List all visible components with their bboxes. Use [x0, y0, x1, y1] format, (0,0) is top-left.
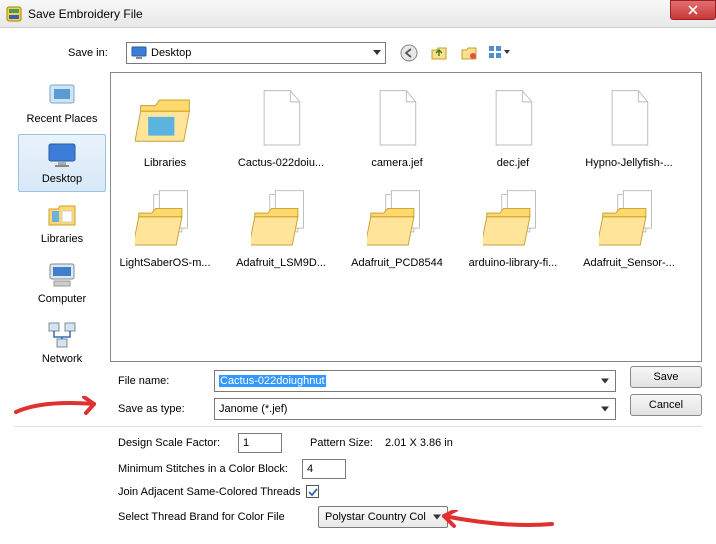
document-icon	[599, 83, 659, 153]
save-as-type-label: Save as type:	[118, 403, 214, 415]
file-item[interactable]: Hypno-Jellyfish-...	[583, 83, 675, 169]
places-bar: Recent Places Desktop Libraries Computer…	[14, 72, 110, 362]
folder-icon	[251, 183, 311, 253]
file-item[interactable]: arduino-library-fi...	[467, 183, 559, 269]
place-desktop[interactable]: Desktop	[18, 134, 106, 192]
view-icon	[488, 44, 510, 62]
file-label: Adafruit_Sensor-...	[583, 257, 675, 269]
thread-brand-label: Select Thread Brand for Color File	[118, 511, 318, 523]
recent-places-icon	[46, 79, 78, 111]
join-threads-label: Join Adjacent Same-Colored Threads	[118, 486, 302, 498]
file-item[interactable]: LightSaberOS-m...	[119, 183, 211, 269]
folder-icon	[135, 183, 195, 253]
filename-input[interactable]: Cactus-022doiughnut	[214, 370, 616, 392]
file-label: Libraries	[119, 157, 211, 169]
file-item[interactable]: camera.jef	[351, 83, 443, 169]
titlebar: Save Embroidery File	[0, 0, 716, 28]
desktop-icon	[131, 45, 147, 61]
join-threads-checkbox[interactable]	[306, 485, 319, 498]
save-in-dropdown[interactable]: Desktop	[126, 42, 386, 64]
network-icon	[46, 319, 78, 351]
nav-up-button[interactable]	[428, 42, 450, 64]
check-icon	[308, 487, 318, 497]
chevron-down-icon	[601, 379, 609, 384]
file-item[interactable]: Libraries	[119, 83, 211, 169]
thread-brand-dropdown[interactable]: Polystar Country Col	[318, 506, 448, 528]
file-label: Adafruit_PCD8544	[351, 257, 443, 269]
file-item[interactable]: Cactus-022doiu...	[235, 83, 327, 169]
window-title: Save Embroidery File	[28, 7, 143, 21]
file-item[interactable]: dec.jef	[467, 83, 559, 169]
computer-icon	[46, 259, 78, 291]
cancel-button[interactable]: Cancel	[630, 394, 702, 416]
chevron-down-icon	[601, 407, 609, 412]
pattern-size-label: Pattern Size:	[310, 437, 373, 449]
close-button[interactable]	[670, 0, 716, 20]
file-list-pane[interactable]: Libraries Cactus-022doiu... camera.jef dec.…	[110, 72, 702, 362]
file-item[interactable]: Adafruit_PCD8544	[351, 183, 443, 269]
desktop-icon	[46, 139, 78, 171]
file-label: LightSaberOS-m...	[119, 257, 211, 269]
pattern-size-value: 2.01 X 3.86 in	[385, 437, 453, 449]
file-label: Adafruit_LSM9D...	[235, 257, 327, 269]
document-icon	[251, 83, 311, 153]
new-folder-button[interactable]	[458, 42, 480, 64]
file-item[interactable]: Adafruit_Sensor-...	[583, 183, 675, 269]
save-in-row: Save in: Desktop	[68, 42, 702, 64]
folder-up-icon	[430, 44, 448, 62]
scale-factor-input[interactable]: 1	[238, 433, 282, 453]
folder-new-icon	[460, 44, 478, 62]
folder-icon	[135, 83, 195, 153]
nav-back-button[interactable]	[398, 42, 420, 64]
folder-icon	[367, 183, 427, 253]
min-stitches-label: Minimum Stitches in a Color Block:	[118, 463, 302, 475]
filename-label: File name:	[118, 375, 214, 387]
file-label: dec.jef	[467, 157, 559, 169]
file-label: Cactus-022doiu...	[235, 157, 327, 169]
save-in-value: Desktop	[151, 47, 191, 59]
chevron-down-icon	[433, 515, 441, 520]
divider	[14, 426, 702, 427]
document-icon	[367, 83, 427, 153]
save-as-type-dropdown[interactable]: Janome (*.jef)	[214, 398, 616, 420]
file-label: camera.jef	[351, 157, 443, 169]
min-stitches-input[interactable]: 4	[302, 459, 346, 479]
libraries-icon	[46, 199, 78, 231]
file-label: Hypno-Jellyfish-...	[583, 157, 675, 169]
file-item[interactable]: Adafruit_LSM9D...	[235, 183, 327, 269]
view-menu-button[interactable]	[488, 42, 510, 64]
app-icon	[6, 6, 22, 22]
save-button[interactable]: Save	[630, 366, 702, 388]
back-icon	[400, 44, 418, 62]
document-icon	[483, 83, 543, 153]
place-recent[interactable]: Recent Places	[18, 74, 106, 132]
file-label: arduino-library-fi...	[467, 257, 559, 269]
scale-factor-label: Design Scale Factor:	[118, 437, 238, 449]
close-icon	[688, 5, 698, 15]
save-in-label: Save in:	[68, 47, 126, 59]
place-libraries[interactable]: Libraries	[18, 194, 106, 252]
chevron-down-icon	[373, 47, 381, 59]
place-computer[interactable]: Computer	[18, 254, 106, 312]
place-network[interactable]: Network	[18, 314, 106, 372]
folder-icon	[483, 183, 543, 253]
folder-icon	[599, 183, 659, 253]
